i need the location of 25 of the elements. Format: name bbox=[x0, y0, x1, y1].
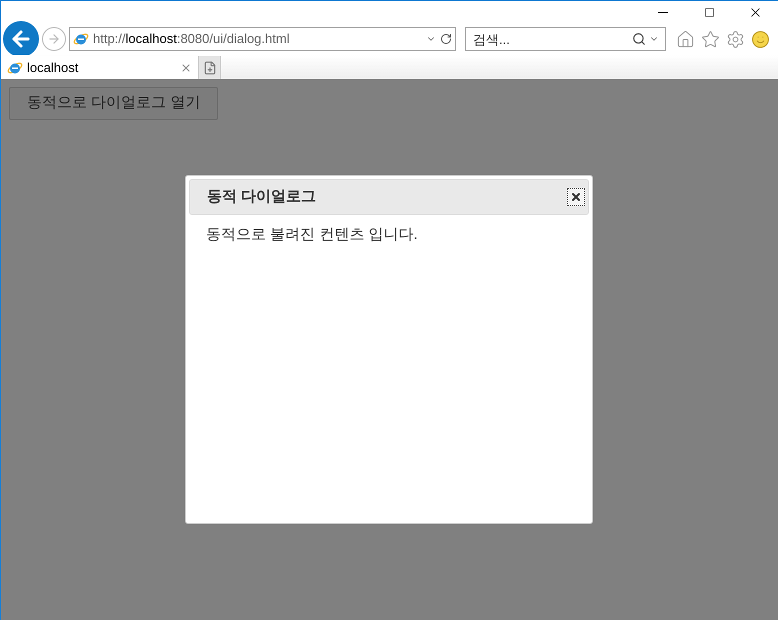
new-tab-button[interactable] bbox=[199, 56, 221, 79]
smiley-icon[interactable] bbox=[751, 30, 770, 48]
settings-icon[interactable] bbox=[726, 30, 745, 48]
forward-button[interactable] bbox=[42, 27, 66, 51]
open-dialog-button[interactable]: 동적으로 다이얼로그 열기 bbox=[9, 87, 218, 120]
forward-arrow-icon bbox=[47, 32, 61, 46]
address-field[interactable]: http://localhost:8080/ui/dialog.html bbox=[69, 27, 456, 51]
maximize-icon bbox=[704, 6, 714, 18]
star-icon[interactable] bbox=[701, 30, 720, 48]
search-icon[interactable] bbox=[632, 32, 646, 46]
url-text: http://localhost:8080/ui/dialog.html bbox=[93, 30, 291, 48]
browser-tab[interactable]: localhost bbox=[1, 56, 199, 79]
dialog-title: 동적 다이얼로그 bbox=[207, 186, 316, 207]
search-field[interactable]: 검색... bbox=[465, 27, 666, 51]
dialog-content: 동적으로 불려진 컨텐츠 입니다. bbox=[206, 226, 418, 243]
browser-logo-icon bbox=[7, 60, 23, 76]
close-icon bbox=[570, 191, 582, 203]
new-page-icon bbox=[202, 60, 216, 74]
back-button[interactable] bbox=[3, 21, 39, 57]
tab-title: localhost bbox=[27, 58, 80, 77]
home-icon[interactable] bbox=[676, 30, 695, 48]
browser-logo-icon bbox=[73, 31, 89, 47]
close-button[interactable] bbox=[567, 188, 585, 206]
refresh-icon[interactable] bbox=[440, 33, 452, 45]
close-icon[interactable] bbox=[180, 62, 192, 74]
